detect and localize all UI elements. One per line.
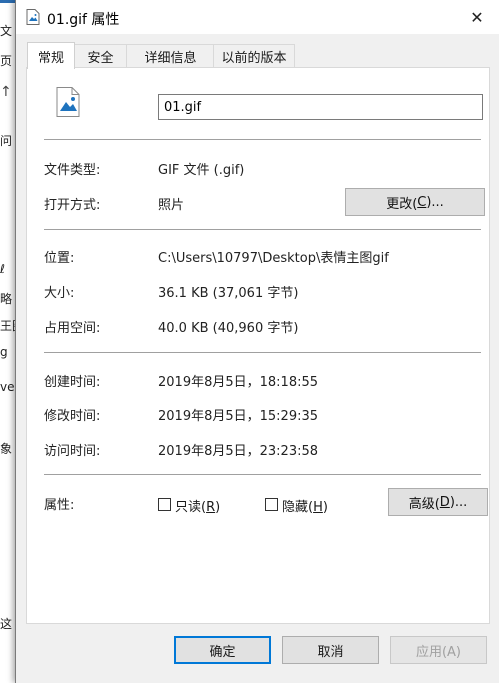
accessed-value: 2019年8月5日，23:23:58 (158, 444, 319, 459)
hidden-label[interactable]: 隐藏(H) (282, 496, 328, 515)
file-name-input[interactable] (158, 94, 483, 120)
tab-security[interactable]: 安全 (73, 44, 128, 68)
properties-dialog: 01.gif 属性 ✕ 常规 安全 详细信息 以前的版本 文件类型: GIF 文… (15, 0, 499, 683)
ok-button[interactable]: 确定 (174, 636, 271, 664)
created-value: 2019年8月5日，18:18:55 (158, 375, 319, 390)
tab-previous-versions[interactable]: 以前的版本 (213, 44, 295, 68)
close-icon: ✕ (470, 7, 484, 27)
label-text: 隐藏( (282, 500, 314, 515)
divider (44, 229, 481, 230)
location-label: 位置: (44, 251, 75, 266)
label-text: 只读( (175, 500, 207, 515)
tab-label: 常规 (37, 50, 64, 66)
background-text-fragment: ℓ (0, 262, 5, 276)
opens-with-label: 打开方式: (44, 198, 101, 213)
divider (44, 139, 481, 140)
access-key: D (439, 494, 450, 510)
location-value: C:\Users\10797\Desktop\表情主图gif (158, 251, 389, 266)
up-arrow-icon[interactable]: ↑ (0, 84, 12, 100)
close-button[interactable]: ✕ (454, 0, 499, 34)
background-text-fragment: 页 (0, 54, 13, 68)
file-type-value: GIF 文件 (.gif) (158, 163, 245, 178)
divider (44, 474, 481, 475)
opens-with-value: 照片 (158, 198, 185, 213)
label-text: ) (215, 500, 221, 515)
size-on-disk-value: 40.0 KB (40,960 字节) (158, 321, 299, 336)
size-value: 36.1 KB (37,061 字节) (158, 286, 299, 301)
created-label: 创建时间: (44, 375, 101, 390)
button-text: 更改( (386, 196, 418, 212)
readonly-label[interactable]: 只读(R) (175, 496, 220, 515)
general-panel: 文件类型: GIF 文件 (.gif) 打开方式: 照片 更改(C)... 位置… (26, 67, 490, 624)
dialog-title: 01.gif 属性 (47, 12, 120, 28)
access-key: C (417, 194, 427, 210)
button-text: 高级( (408, 496, 440, 512)
cancel-button[interactable]: 取消 (282, 636, 379, 664)
accessed-label: 访问时间: (44, 444, 101, 459)
change-button[interactable]: 更改(C)... (345, 188, 485, 216)
size-label: 大小: (44, 286, 75, 301)
label-text: ) (322, 500, 328, 515)
button-text: 确定 (209, 644, 236, 660)
button-text: )... (449, 494, 468, 510)
divider (44, 352, 481, 353)
file-type-label: 文件类型: (44, 163, 101, 178)
access-key: R (206, 500, 216, 515)
background-text-fragment: 象 (0, 442, 13, 456)
advanced-button[interactable]: 高级(D)... (388, 488, 488, 516)
apply-button[interactable]: 应用(A) (390, 636, 487, 664)
background-text-fragment: 这 (0, 617, 13, 631)
tab-label: 安全 (87, 51, 114, 66)
tab-details[interactable]: 详细信息 (126, 44, 215, 68)
size-on-disk-label: 占用空间: (44, 321, 101, 336)
button-text: )... (426, 194, 444, 210)
background-text-fragment: 文 (0, 24, 13, 38)
image-file-icon (26, 9, 40, 25)
title-bar[interactable]: 01.gif 属性 ✕ (16, 0, 499, 34)
readonly-checkbox[interactable] (158, 498, 171, 511)
modified-value: 2019年8月5日，15:29:35 (158, 409, 319, 424)
hidden-checkbox[interactable] (265, 498, 278, 511)
background-text-fragment: ve (0, 380, 15, 394)
button-text: 应用(A) (415, 644, 462, 660)
background-text-fragment: 问 (0, 134, 13, 148)
background-text-fragment: g (0, 345, 8, 359)
modified-label: 修改时间: (44, 409, 101, 424)
button-text: 取消 (317, 644, 344, 660)
tab-label: 以前的版本 (221, 51, 287, 66)
background-text-fragment: 略 (0, 292, 13, 306)
attributes-label: 属性: (44, 498, 75, 513)
access-key: H (313, 500, 323, 515)
image-file-icon (56, 87, 80, 117)
tab-general[interactable]: 常规 (27, 42, 75, 69)
tab-label: 详细信息 (144, 51, 197, 66)
